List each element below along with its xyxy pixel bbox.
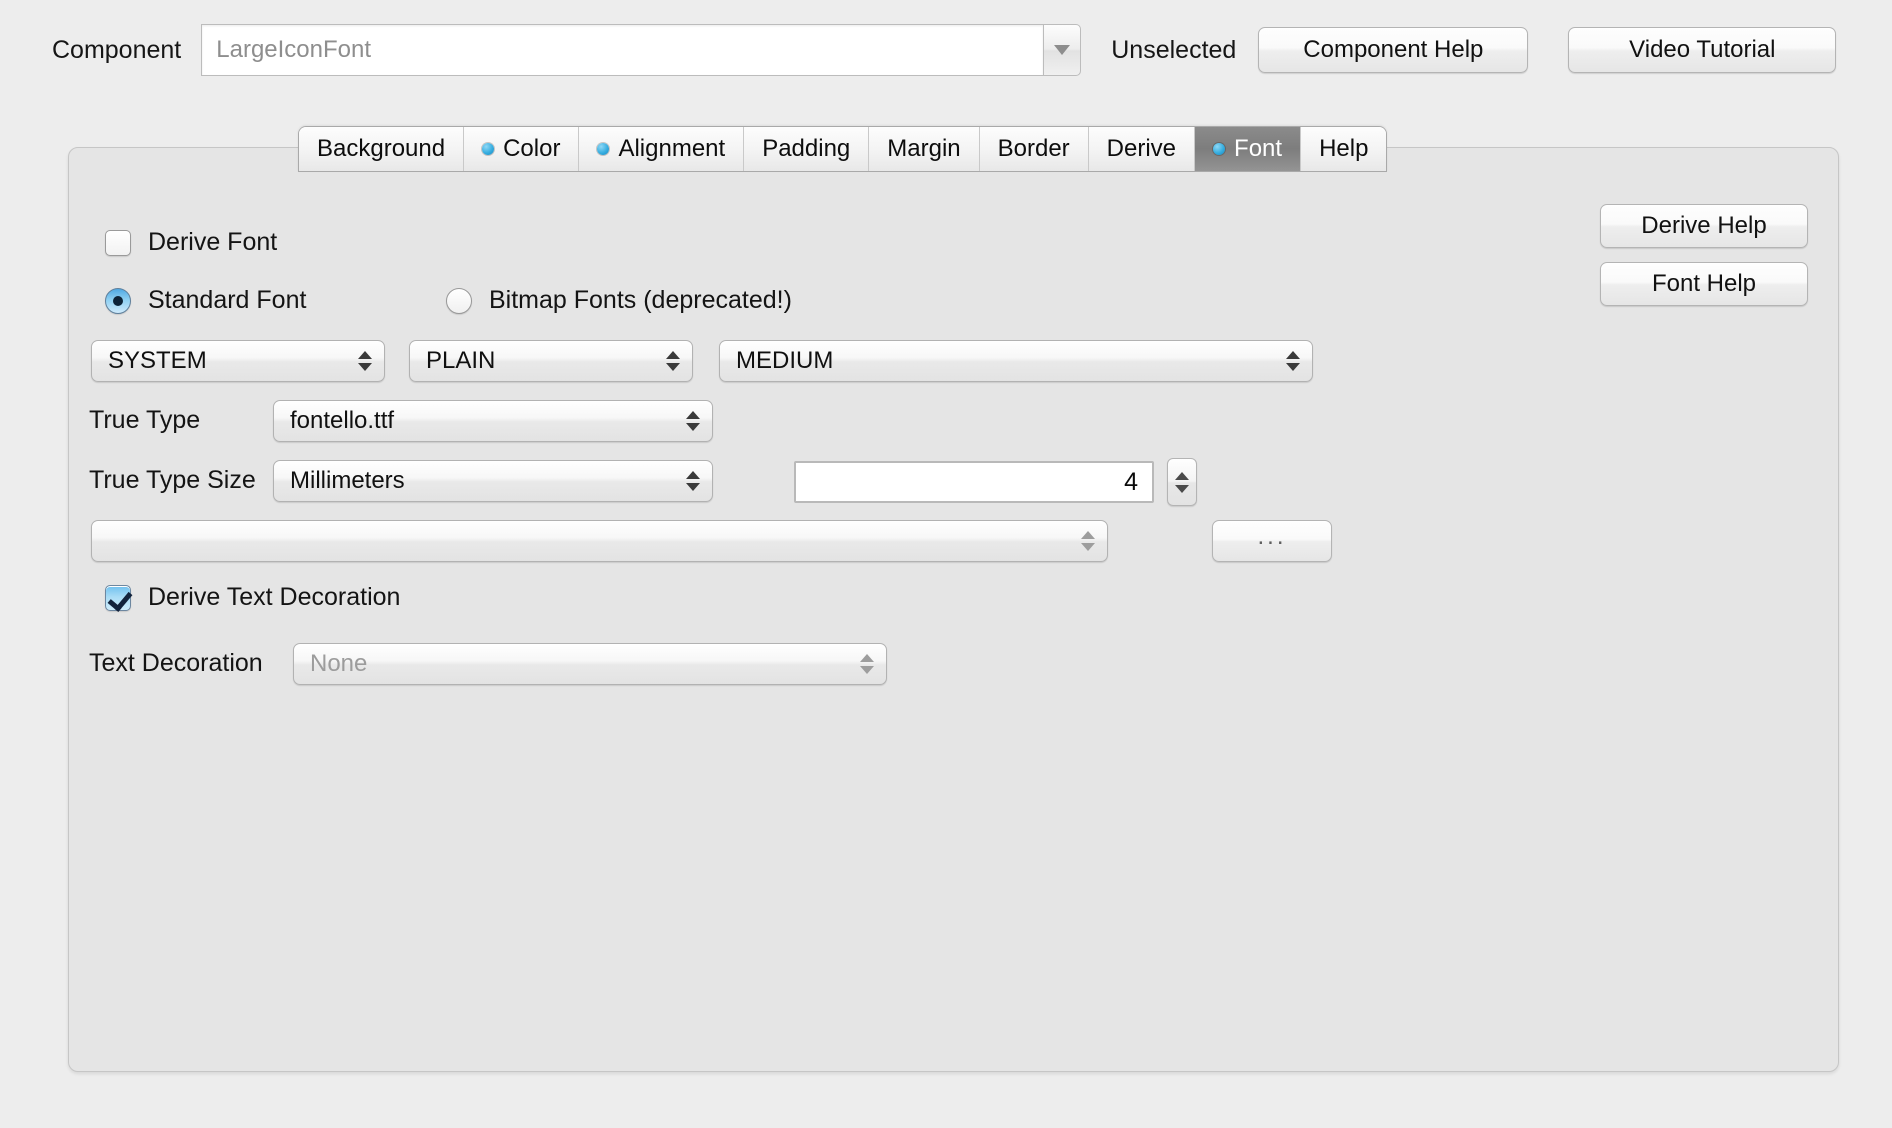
derive-font-label: Derive Font	[148, 228, 277, 257]
tab-font[interactable]: Font	[1195, 127, 1301, 171]
font-size-value: MEDIUM	[736, 347, 833, 375]
tab-label: Help	[1319, 135, 1368, 163]
stepper-arrows-icon[interactable]	[686, 411, 700, 431]
bitmap-fonts-radio[interactable]	[446, 288, 472, 314]
true-type-label: True Type	[89, 406, 200, 435]
tab-label: Font	[1234, 135, 1282, 163]
derive-font-checkbox[interactable]	[105, 230, 131, 256]
true-type-size-unit-select[interactable]: Millimeters	[273, 460, 713, 502]
bitmap-fonts-label: Bitmap Fonts (deprecated!)	[489, 286, 792, 315]
tab-label: Derive	[1107, 135, 1176, 163]
true-type-size-unit-value: Millimeters	[290, 467, 405, 495]
tab-border[interactable]: Border	[980, 127, 1089, 171]
standard-font-label: Standard Font	[148, 286, 306, 315]
browse-ellipsis-button[interactable]: ...	[1212, 520, 1332, 562]
true-type-size-input[interactable]: 4	[794, 461, 1154, 503]
tab-label: Alignment	[618, 135, 725, 163]
component-label: Component	[52, 36, 181, 65]
tab-help[interactable]: Help	[1301, 127, 1386, 171]
font-settings-panel: Derive Help Font Help Derive Font Standa…	[68, 147, 1839, 1072]
text-decoration-value: None	[310, 650, 367, 678]
text-decoration-select[interactable]: None	[293, 643, 887, 685]
derive-help-button[interactable]: Derive Help	[1600, 204, 1808, 248]
standard-font-radio[interactable]	[105, 288, 131, 314]
stepper-arrows-icon[interactable]	[1286, 351, 1300, 371]
status-dot-icon	[1213, 143, 1225, 155]
font-family-value: SYSTEM	[108, 347, 207, 375]
tab-derive[interactable]: Derive	[1089, 127, 1195, 171]
derive-text-decoration-row[interactable]: Derive Text Decoration	[105, 583, 400, 612]
font-family-select[interactable]: SYSTEM	[91, 340, 385, 382]
standard-font-row[interactable]: Standard Font	[105, 286, 306, 315]
derive-text-decoration-label: Derive Text Decoration	[148, 583, 400, 612]
stepper-arrows-icon[interactable]	[860, 654, 874, 674]
tab-label: Border	[998, 135, 1070, 163]
stepper-down-icon[interactable]	[1175, 485, 1189, 493]
chevron-down-icon[interactable]	[1043, 24, 1081, 76]
component-help-button[interactable]: Component Help	[1258, 27, 1528, 73]
stepper-arrows-icon[interactable]	[686, 471, 700, 491]
top-toolbar: Component LargeIconFont Unselected Compo…	[0, 0, 1892, 100]
tab-background[interactable]: Background	[299, 127, 464, 171]
true-type-size-stepper[interactable]	[1167, 458, 1197, 506]
tab-padding[interactable]: Padding	[744, 127, 869, 171]
tab-bar: Background Color Alignment Padding Margi…	[298, 126, 1387, 172]
bitmap-fonts-row[interactable]: Bitmap Fonts (deprecated!)	[446, 286, 792, 315]
text-decoration-label: Text Decoration	[89, 649, 263, 678]
font-help-button[interactable]: Font Help	[1600, 262, 1808, 306]
chevron-down-glyph	[1054, 45, 1070, 55]
derive-text-decoration-checkbox[interactable]	[105, 585, 131, 611]
component-combobox[interactable]: LargeIconFont	[201, 24, 1081, 76]
status-dot-icon	[597, 143, 609, 155]
true-type-select[interactable]: fontello.ttf	[273, 400, 713, 442]
tab-margin[interactable]: Margin	[869, 127, 979, 171]
font-style-select[interactable]: PLAIN	[409, 340, 693, 382]
stepper-arrows-icon[interactable]	[1081, 531, 1095, 551]
tab-label: Background	[317, 135, 445, 163]
stepper-up-icon[interactable]	[1175, 472, 1189, 480]
tab-label: Padding	[762, 135, 850, 163]
status-dot-icon	[482, 143, 494, 155]
true-type-value: fontello.ttf	[290, 407, 394, 435]
selection-status-text: Unselected	[1111, 36, 1236, 65]
stepper-arrows-icon[interactable]	[666, 351, 680, 371]
font-size-select[interactable]: MEDIUM	[719, 340, 1313, 382]
tab-color[interactable]: Color	[464, 127, 579, 171]
video-tutorial-button[interactable]: Video Tutorial	[1568, 27, 1836, 73]
tab-label: Color	[503, 135, 560, 163]
font-file-select[interactable]	[91, 520, 1108, 562]
tab-label: Margin	[887, 135, 960, 163]
font-style-value: PLAIN	[426, 347, 495, 375]
derive-font-row[interactable]: Derive Font	[105, 228, 277, 257]
tab-alignment[interactable]: Alignment	[579, 127, 744, 171]
stepper-arrows-icon[interactable]	[358, 351, 372, 371]
component-input[interactable]: LargeIconFont	[201, 24, 1043, 76]
true-type-size-label: True Type Size	[89, 466, 256, 495]
